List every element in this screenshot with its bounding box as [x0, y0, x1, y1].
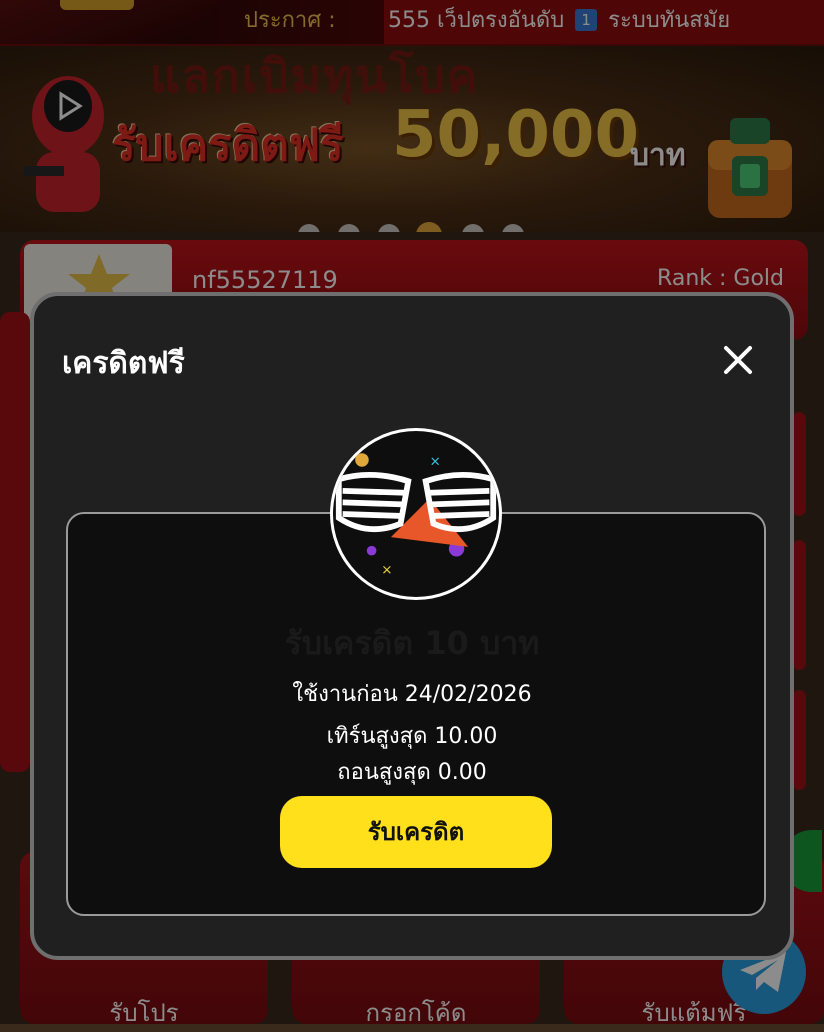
close-icon[interactable]: [716, 338, 760, 382]
modal-title: เครดิตฟรี: [62, 346, 185, 381]
coupon-max-withdraw: ถอนสูงสุด 0.00: [337, 760, 487, 785]
svg-text:×: ×: [430, 454, 441, 470]
coupon-title: รับเครดิต 10 บาท: [284, 624, 540, 662]
coupon-max-turnover: เทิร์นสูงสุด 10.00: [326, 724, 498, 749]
free-credit-modal: เครดิตฟรี × × รับเครดิต 10 บาท ใช้งานก่อ…: [30, 292, 794, 960]
claim-credit-button[interactable]: รับเครดิต: [280, 796, 552, 868]
coupon-expiry: ใช้งานก่อน 24/02/2026: [292, 682, 532, 707]
svg-text:×: ×: [381, 562, 392, 578]
party-glasses-icon: × ×: [330, 428, 502, 600]
